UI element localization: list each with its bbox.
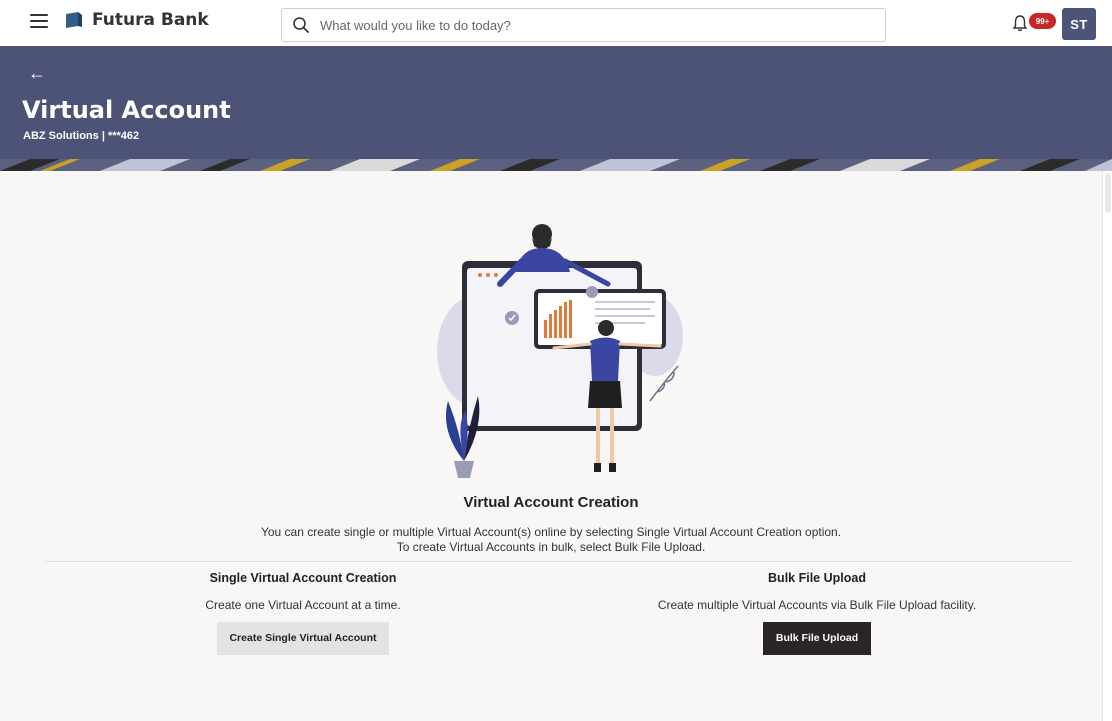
- scrollbar-thumb[interactable]: [1105, 173, 1111, 213]
- divider: [45, 561, 1073, 562]
- page-subtitle: ABZ Solutions | ***462: [23, 130, 140, 142]
- page-title: Virtual Account: [22, 96, 231, 124]
- hamburger-menu-icon[interactable]: [30, 14, 48, 30]
- single-account-option: Single Virtual Account Creation Create o…: [103, 569, 503, 655]
- single-account-description: Create one Virtual Account at a time.: [205, 598, 401, 612]
- bulk-upload-option: Bulk File Upload Create multiple Virtual…: [617, 569, 1017, 655]
- header-decorative-pattern: [0, 159, 1112, 171]
- single-account-title: Single Virtual Account Creation: [209, 571, 397, 585]
- description-line-2: To create Virtual Accounts in bulk, sele…: [396, 540, 706, 554]
- back-arrow-icon[interactable]: ←: [28, 63, 46, 84]
- description-line-1: You can create single or multiple Virtua…: [260, 525, 842, 539]
- brand[interactable]: Futura Bank: [64, 10, 209, 30]
- bank-logo-icon: [66, 12, 82, 28]
- user-avatar[interactable]: ST: [1062, 8, 1096, 40]
- search-bar[interactable]: [281, 8, 886, 42]
- section-description: You can create single or multiple Virtua…: [0, 525, 1102, 555]
- virtual-account-illustration: [437, 224, 683, 478]
- scrollbar[interactable]: [1102, 171, 1112, 721]
- top-navigation-bar: Futura Bank 99+ ST: [0, 0, 1112, 46]
- main-content: Virtual Account Creation You can create …: [0, 171, 1102, 721]
- bulk-upload-description: Create multiple Virtual Accounts via Bul…: [657, 598, 977, 612]
- search-input[interactable]: [320, 17, 860, 33]
- notification-badge[interactable]: 99+: [1029, 13, 1056, 29]
- bell-icon[interactable]: [1012, 14, 1028, 32]
- create-single-virtual-account-button[interactable]: Create Single Virtual Account: [217, 622, 389, 655]
- brand-name: Futura Bank: [92, 10, 209, 30]
- bulk-upload-title: Bulk File Upload: [768, 571, 866, 585]
- page-header: ← Virtual Account ABZ Solutions | ***462: [0, 46, 1112, 171]
- bulk-file-upload-button[interactable]: Bulk File Upload: [763, 622, 871, 655]
- search-icon: [293, 17, 309, 33]
- section-title: Virtual Account Creation: [463, 494, 639, 511]
